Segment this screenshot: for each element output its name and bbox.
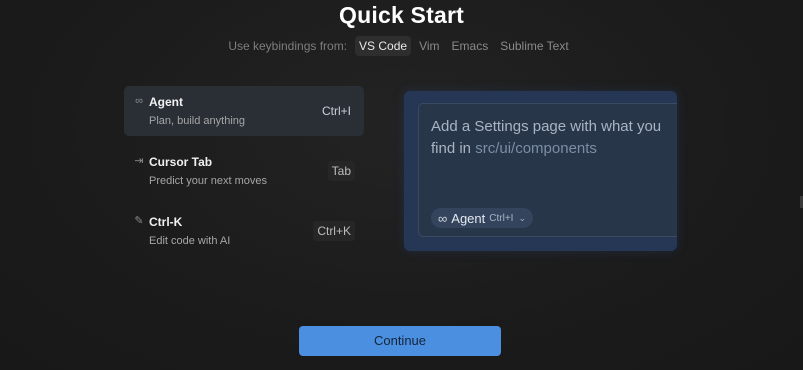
page-title: Quick Start — [339, 2, 464, 28]
continue-button[interactable]: Continue — [299, 326, 501, 356]
preview-prompt: Add a Settings page with what you find i… — [431, 116, 667, 160]
keybindings-selector: Use keybindings from: VS Code Vim Emacs … — [0, 36, 803, 56]
quick-start-page: Quick Start Use keybindings from: VS Cod… — [0, 0, 803, 370]
feature-description: Edit code with AI — [149, 235, 231, 247]
prompt-path: src/ui/components — [475, 140, 597, 157]
feature-preview-panel: Add a Settings page with what you find i… — [404, 91, 677, 251]
shortcut-badge: Ctrl+I — [317, 101, 355, 121]
chevron-down-icon: ⌄ — [518, 212, 526, 223]
infinity-icon: ∞ — [438, 210, 448, 226]
keybinding-option-emacs[interactable]: Emacs — [448, 36, 493, 56]
shortcut-badge: Ctrl+K — [313, 221, 355, 241]
chip-shortcut: Ctrl+I — [489, 212, 514, 224]
feature-description: Plan, build anything — [149, 115, 246, 127]
feature-item-agent[interactable]: ∞ Agent Plan, build anything Ctrl+I — [124, 86, 364, 136]
keybinding-option-sublime[interactable]: Sublime Text — [496, 36, 572, 56]
chip-label: Agent — [451, 210, 486, 226]
pencil-icon: ✎ — [134, 215, 144, 227]
keybinding-option-vim[interactable]: Vim — [415, 36, 443, 56]
agent-mode-chip[interactable]: ∞ Agent Ctrl+I ⌄ — [431, 208, 533, 228]
preview-input-box: Add a Settings page with what you find i… — [418, 103, 677, 237]
feature-name: Cursor Tab — [149, 155, 213, 169]
infinity-icon: ∞ — [135, 95, 143, 107]
keybindings-label: Use keybindings from: — [228, 39, 348, 53]
feature-item-cursor-tab[interactable]: ⇥ Cursor Tab Predict your next moves Tab — [124, 146, 364, 196]
keybinding-option-vscode[interactable]: VS Code — [355, 36, 412, 56]
feature-description: Predict your next moves — [149, 175, 267, 187]
feature-list: ∞ Agent Plan, build anything Ctrl+I ⇥ Cu… — [124, 86, 364, 266]
feature-name: Agent — [149, 95, 183, 109]
feature-name: Ctrl-K — [149, 215, 183, 229]
shortcut-badge: Tab — [327, 161, 355, 181]
feature-item-ctrl-k[interactable]: ✎ Ctrl-K Edit code with AI Ctrl+K — [124, 206, 364, 256]
tab-arrow-icon: ⇥ — [134, 155, 144, 167]
